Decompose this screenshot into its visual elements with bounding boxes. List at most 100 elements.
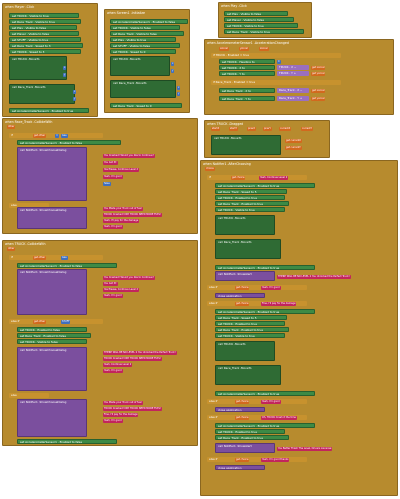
- set-statement[interactable]: set Play . Visible to true: [110, 37, 176, 42]
- call-moveto[interactable]: call Race_Track .MoveTo: [9, 84, 75, 104]
- call-close-application[interactable]: close application: [215, 407, 265, 412]
- call-show-choose-dialog[interactable]: call Notifier1 .ShowChooseDialog: [17, 269, 87, 315]
- set-statement[interactable]: set TRUCK . Visible to false: [110, 25, 180, 30]
- get-choice: get choice: [235, 286, 250, 290]
- set-statement[interactable]: set Race_Track . Speed to 3: [9, 43, 83, 48]
- call-notifier-alert[interactable]: call Notifier1 .ShowAlert: [215, 443, 275, 453]
- set-statement[interactable]: set AccelerometerSensor1 . Enabled to fa…: [17, 439, 117, 444]
- set-statement[interactable]: set AccelerometerSensor1 . Enabled to tr…: [215, 309, 315, 314]
- call-moveto[interactable]: call TRUCK .MoveTo: [215, 341, 275, 361]
- object-chip: Gas: [61, 256, 68, 260]
- call-moveto[interactable]: call Race_Track .MoveTo: [215, 365, 281, 385]
- set-statement[interactable]: set AccelerometerSensor1 . Enabled to tr…: [215, 391, 315, 396]
- set-statement[interactable]: set TRUCK . Visible to true: [224, 23, 298, 28]
- number-y: y: [63, 73, 67, 77]
- call-moveto[interactable]: call TRUCK .MoveTo: [9, 56, 67, 80]
- call-show-choose-dialog[interactable]: call Notifier1 .ShowChooseDialog: [17, 147, 87, 201]
- string-compare: Yeah, I'm good: [261, 400, 281, 404]
- set-statement[interactable]: set Race_Track . Speed to 5: [215, 189, 287, 194]
- get-choice: get choice: [235, 400, 250, 404]
- math-block[interactable]: Race_Track . Y +: [277, 96, 309, 101]
- set-statement[interactable]: set TRUCK . Enabled to true: [215, 429, 285, 434]
- set-statement[interactable]: set Race_Track . Enabled to true: [215, 435, 289, 440]
- set-statement[interactable]: set AccelerometerSensor1 . Enabled to fa…: [110, 19, 188, 24]
- set-statement[interactable]: set TRUCK . Visible to false: [17, 339, 87, 344]
- set-statement[interactable]: set Play . Visible to false: [224, 11, 288, 16]
- set-statement[interactable]: set Race_Track . Enabled to false: [17, 333, 91, 338]
- call-show-choose-dialog[interactable]: call Notifier1 .ShowChooseDialog: [17, 347, 87, 391]
- set-statement[interactable]: set TRUCK . Heading to: [219, 59, 275, 64]
- set-statement[interactable]: set Race_Track . Visible to true: [9, 19, 81, 24]
- set-statement[interactable]: set TRUCK . Speed to 3: [9, 49, 81, 54]
- call-moveto[interactable]: call TRUCK .MoveTo: [110, 56, 170, 76]
- event-header: when Player .Click: [5, 5, 35, 9]
- set-statement[interactable]: set Player . Visible to false: [224, 17, 294, 22]
- event-block-after-choosing[interactable]: when Notifier1 .AfterChoosing choice if …: [200, 160, 398, 496]
- get-yaccel: get yAccel: [311, 97, 326, 101]
- call-moveto[interactable]: call Race_Track .MoveTo: [215, 239, 281, 259]
- else-if-label[interactable]: else if: [207, 399, 307, 404]
- set-statement[interactable]: set TRUCK . Enabled to false: [17, 327, 87, 332]
- set-statement[interactable]: set AccelerometerSensor1 . Enabled to fa…: [17, 263, 117, 268]
- set-statement[interactable]: set Race_Track . Visible to true: [224, 29, 304, 34]
- set-statement[interactable]: set Race_Track . Visible to false: [110, 31, 184, 36]
- get-choice: get choice: [235, 458, 250, 462]
- set-statement[interactable]: set STUFF . Visible to true: [9, 37, 81, 42]
- set-statement[interactable]: set AccelerometerSensor1 . Enabled to tr…: [215, 265, 315, 270]
- set-statement[interactable]: set TRUCK . Y to: [219, 71, 275, 76]
- set-statement[interactable]: set TRUCK . Visible to true: [9, 13, 79, 18]
- call-close-application[interactable]: close application: [215, 465, 265, 470]
- set-statement[interactable]: set TRUCK . Visible to true: [215, 207, 285, 212]
- call-close-application[interactable]: close application: [215, 293, 265, 298]
- set-statement[interactable]: set Player . Visible to false: [9, 31, 79, 36]
- set-statement[interactable]: set Race_Track . Enabled to true: [215, 201, 289, 206]
- if-condition[interactable]: if: [207, 175, 307, 180]
- string-button2: Yeah, I'm good: [103, 225, 123, 229]
- event-block-racetrack-collide[interactable]: when Race_Track .CollideWith other if ge…: [2, 118, 198, 234]
- string-title: TRUCK Crashed! DRY TRUCK NEED MORE FUEL!: [103, 357, 163, 361]
- set-statement[interactable]: set Race_Track . X to: [219, 88, 275, 93]
- set-statement[interactable]: set TRUCK . Enabled to true: [215, 195, 285, 200]
- event-block-acceleration-changed[interactable]: when AccelerometerSensor1 .AccelerationC…: [204, 39, 394, 115]
- event-block-screen1-initialize[interactable]: when Screen1 .Initialize set Acceleromet…: [104, 9, 190, 113]
- if-condition[interactable]: if Race_Track . Enabled = true: [211, 80, 341, 85]
- math-block[interactable]: Race_Track . X −: [277, 88, 309, 93]
- string-alert: You Better Finish The Level, Drivers Lis…: [277, 447, 333, 451]
- set-statement[interactable]: set AccelerometerSensor1 . Enabled to tr…: [9, 108, 89, 113]
- set-statement[interactable]: set AccelerometerSensor1 . Enabled to tr…: [215, 423, 315, 428]
- set-statement[interactable]: set Race_Track . Y to: [219, 96, 275, 101]
- call-show-choose-dialog[interactable]: call Notifier1 .ShowChooseDialog: [17, 207, 87, 229]
- else-if-label[interactable]: else if: [9, 319, 103, 324]
- string-button1: Yeah, Continue Level 2: [103, 363, 133, 367]
- math-block[interactable]: TRUCK . Y +: [277, 71, 309, 76]
- set-statement[interactable]: set Race_Track . Enabled to true: [215, 327, 289, 332]
- set-statement[interactable]: set TRUCK . X to: [219, 65, 275, 70]
- set-statement[interactable]: set TRUCK . Visible to true: [215, 333, 285, 338]
- else-if-label[interactable]: else if: [207, 285, 307, 290]
- call-moveto[interactable]: call TRUCK .MoveTo: [215, 215, 275, 235]
- set-statement[interactable]: set Play . Visible to false: [9, 25, 77, 30]
- if-condition[interactable]: if: [9, 255, 103, 260]
- set-statement[interactable]: set AccelerometerSensor1 . Enabled to fa…: [17, 140, 121, 145]
- set-statement[interactable]: set TRUCK . Speed to 0: [110, 49, 176, 54]
- else-if-label[interactable]: else if: [207, 457, 307, 462]
- math-block[interactable]: TRUCK . X −: [277, 65, 309, 70]
- call-moveto[interactable]: call TRUCK .MoveTo: [211, 135, 281, 155]
- call-show-choose-dialog[interactable]: call Notifier1 .ShowChooseDialog: [17, 399, 87, 437]
- event-block-player-click[interactable]: when Player .Click set TRUCK . Visible t…: [2, 3, 98, 117]
- set-statement[interactable]: set TRUCK . Enabled to true: [215, 321, 285, 326]
- set-statement[interactable]: set Race_Track . Speed to 0: [110, 103, 182, 108]
- event-block-truck-dragged[interactable]: when TRUCK .Dragged startX startY prevX …: [204, 120, 330, 158]
- get-other: get other: [33, 320, 47, 324]
- number-x: x: [177, 86, 181, 90]
- param-other: other: [7, 125, 16, 129]
- set-statement[interactable]: set Race_Track . Speed to 5: [215, 315, 287, 320]
- if-condition[interactable]: if TRUCK . Enabled = true: [211, 53, 341, 58]
- event-block-truck-collide[interactable]: when TRUCK .CollideWith other if get oth…: [2, 240, 198, 446]
- call-notifier-alert[interactable]: call Notifier1 .ShowAlert: [215, 271, 275, 281]
- set-statement[interactable]: set AccelerometerSensor1 . Enabled to tr…: [215, 183, 315, 188]
- string-button1: Fine, I'll pay for the damage: [103, 413, 139, 417]
- set-statement[interactable]: set STUFF . Visible to false: [110, 43, 180, 48]
- event-block-play-click[interactable]: when Play .Click set Play . Visible to f…: [218, 2, 312, 38]
- call-moveto[interactable]: call Race_Track .MoveTo: [110, 80, 176, 98]
